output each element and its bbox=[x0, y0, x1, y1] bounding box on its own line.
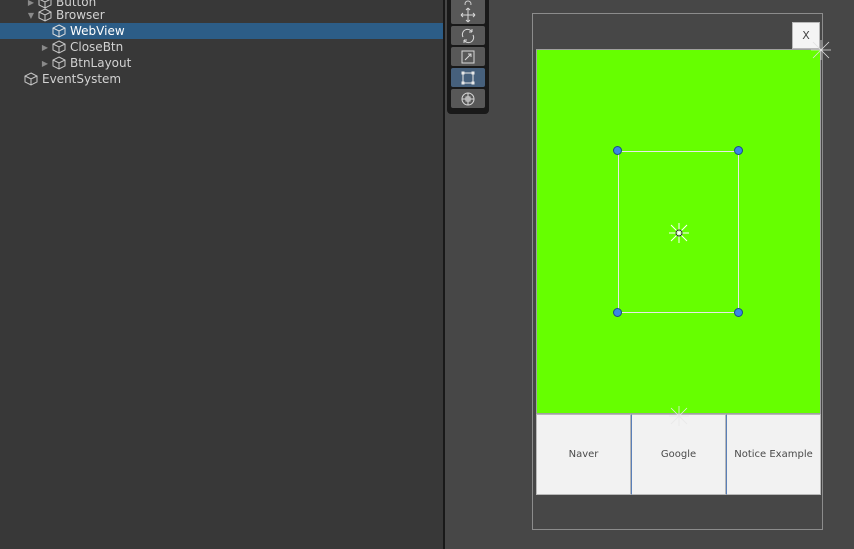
expand-arrow-icon[interactable]: ▶ bbox=[40, 39, 50, 55]
resize-handle-bottom-left[interactable] bbox=[613, 308, 622, 317]
hierarchy-item-label: BtnLayout bbox=[70, 56, 132, 70]
resize-handle-bottom-right[interactable] bbox=[734, 308, 743, 317]
move-arrows-icon bbox=[460, 7, 476, 22]
scale-tool-button[interactable] bbox=[451, 47, 485, 66]
scene-tools-toolbar bbox=[447, 0, 489, 114]
gameobject-cube-icon bbox=[52, 40, 66, 54]
scale-icon bbox=[461, 50, 475, 63]
pivot-icon bbox=[669, 406, 689, 426]
hierarchy-item-label: CloseBtn bbox=[70, 40, 124, 54]
naver-button[interactable]: Naver bbox=[536, 414, 631, 495]
gameobject-cube-icon bbox=[52, 24, 66, 38]
move-tool-button[interactable] bbox=[451, 5, 485, 24]
hierarchy-item-webview[interactable]: WebView bbox=[0, 23, 443, 39]
hierarchy-item-browser[interactable]: ▼ Browser bbox=[0, 7, 443, 23]
expand-arrow-icon[interactable]: ▶ bbox=[40, 55, 50, 71]
gameobject-cube-icon bbox=[52, 56, 66, 70]
hierarchy-item-label: Browser bbox=[56, 8, 105, 22]
gameobject-cube-icon bbox=[24, 72, 38, 86]
gameobject-cube-icon bbox=[38, 8, 52, 22]
hierarchy-item-label: EventSystem bbox=[42, 72, 122, 86]
collapse-arrow-icon[interactable]: ▼ bbox=[26, 7, 36, 23]
hierarchy-item-eventsystem[interactable]: EventSystem bbox=[0, 71, 443, 87]
rotate-icon bbox=[461, 28, 475, 43]
anchor-pivot-icon[interactable] bbox=[666, 220, 692, 246]
hierarchy-item-label: WebView bbox=[70, 24, 125, 38]
resize-handle-top-left[interactable] bbox=[613, 146, 622, 155]
transform-tool-button[interactable] bbox=[451, 89, 485, 108]
rect-tool-button[interactable] bbox=[451, 68, 485, 87]
notice-example-button[interactable]: Notice Example bbox=[726, 414, 821, 495]
pivot-icon bbox=[811, 40, 831, 60]
hierarchy-item-btnlayout[interactable]: ▶ BtnLayout bbox=[0, 55, 443, 71]
notice-example-button-label: Notice Example bbox=[734, 449, 813, 460]
google-button-label: Google bbox=[660, 449, 697, 460]
rect-transform-icon bbox=[461, 71, 475, 84]
transform-icon bbox=[461, 92, 475, 105]
hierarchy-panel: ▶ Button ▼ Browser WebView ▶ CloseBtn ▶ … bbox=[0, 0, 443, 549]
hierarchy-item-closebtn[interactable]: ▶ CloseBtn bbox=[0, 39, 443, 55]
rotate-tool-button[interactable] bbox=[451, 26, 485, 45]
scene-view[interactable]: X Naver Google Notice Example bbox=[445, 0, 854, 549]
resize-handle-top-right[interactable] bbox=[734, 146, 743, 155]
naver-button-label: Naver bbox=[568, 449, 599, 460]
